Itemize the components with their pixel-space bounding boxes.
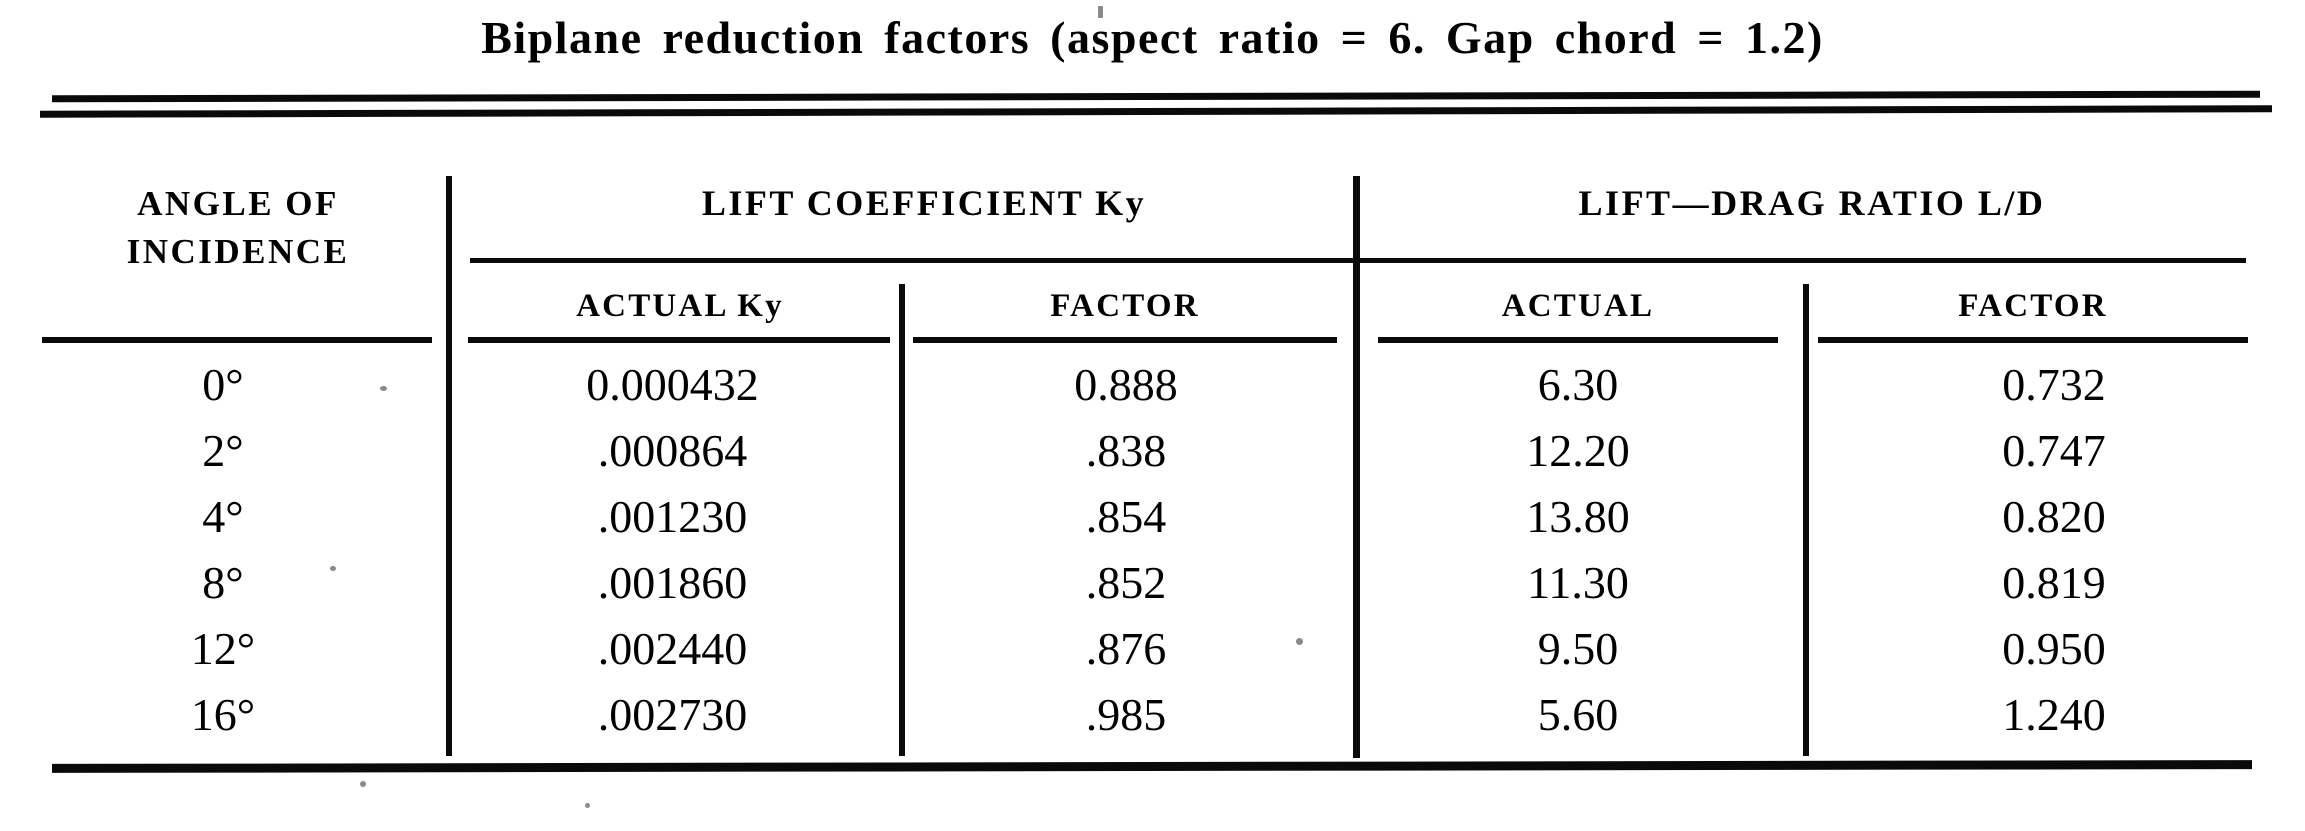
cell-actual-ky: .002440 (597, 623, 748, 674)
column-header-actual-ld: ACTUAL (1501, 288, 1655, 324)
cell-factor-ld: 0.819 (2002, 557, 2106, 608)
scan-speck (1098, 6, 1103, 18)
group-header-lift-coefficient: LIFT COEFFICIENT Ky (701, 183, 1147, 223)
top-rule-outer (51, 90, 2261, 103)
cell-angle: 8° (202, 557, 244, 608)
cell-actual-ky: 0.000432 (586, 359, 759, 410)
scan-speck (1296, 638, 1303, 645)
column-header-factor-ld: FACTOR (1958, 288, 2108, 324)
column-header-actual-ky: ACTUAL Ky (576, 288, 784, 324)
cell-actual-ld: 13.80 (1526, 491, 1630, 542)
cell-actual-ld: 5.60 (1537, 689, 1619, 740)
column-header-factor-ky: FACTOR (1050, 288, 1200, 324)
cell-angle: 2° (202, 425, 244, 476)
group-header-rule-ld (1378, 258, 2246, 263)
cell-angle: 12° (190, 623, 256, 674)
sub-header-rule-factor-ld (1818, 337, 2248, 343)
page-title: Biplane reduction factors (aspect ratio … (481, 12, 1824, 63)
cell-actual-ld: 6.30 (1537, 359, 1619, 410)
cell-actual-ky: .002730 (597, 689, 748, 740)
table-row: 4° .001230 .854 13.80 0.820 (0, 484, 2305, 550)
cell-factor-ld: 0.950 (2002, 623, 2106, 674)
scan-speck (360, 781, 366, 787)
table-row: 0° 0.000432 0.888 6.30 0.732 (0, 352, 2305, 418)
sub-header-rule-angle (42, 337, 432, 343)
table-row: 16° .002730 .985 5.60 1.240 (0, 682, 2305, 748)
cell-angle: 0° (202, 359, 244, 410)
cell-factor-ld: 0.747 (2002, 425, 2106, 476)
table-row: 8° .001860 .852 11.30 0.819 (0, 550, 2305, 616)
table-page: Biplane reduction factors (aspect ratio … (0, 0, 2305, 831)
cell-factor-ld: 0.820 (2002, 491, 2106, 542)
cell-factor-ld: 1.240 (2002, 689, 2106, 740)
cell-actual-ky: .000864 (597, 425, 748, 476)
cell-actual-ky: .001860 (597, 557, 748, 608)
scan-speck (380, 386, 387, 391)
group-header-lift-drag-ratio: LIFT—DRAG RATIO L/D (1578, 183, 2046, 223)
top-rule-inner (39, 105, 2273, 118)
cell-factor-ky: .852 (1085, 557, 1167, 608)
column-header-angle-line1: ANGLE OF (137, 184, 339, 223)
sub-header-rule-factor-ky (913, 337, 1337, 343)
cell-factor-ky: .985 (1085, 689, 1167, 740)
sub-header-rule-actual-ld (1378, 337, 1778, 343)
scan-speck (585, 803, 590, 808)
cell-angle: 16° (190, 689, 256, 740)
table-row: 2° .000864 .838 12.20 0.747 (0, 418, 2305, 484)
cell-factor-ky: 0.888 (1074, 359, 1178, 410)
bottom-rule (51, 760, 2253, 773)
column-header-angle-of-incidence: ANGLE OF INCIDENCE (42, 180, 434, 277)
cell-angle: 4° (202, 491, 244, 542)
cell-actual-ld: 9.50 (1537, 623, 1619, 674)
column-header-angle-line2: INCIDENCE (126, 232, 350, 272)
cell-factor-ky: .876 (1085, 623, 1167, 674)
group-header-rule-ky (470, 258, 1380, 263)
sub-header-rule-actual-ky (468, 337, 890, 343)
table-body: 0° 0.000432 0.888 6.30 0.732 2° .000864 .838 12.… (0, 352, 2305, 748)
scan-speck (330, 566, 336, 571)
cell-factor-ky: .838 (1085, 425, 1167, 476)
cell-factor-ld: 0.732 (2002, 359, 2106, 410)
cell-actual-ld: 12.20 (1526, 425, 1630, 476)
cell-actual-ld: 11.30 (1527, 557, 1629, 608)
cell-actual-ky: .001230 (597, 491, 748, 542)
table-row: 12° .002440 .876 9.50 0.950 (0, 616, 2305, 682)
cell-factor-ky: .854 (1085, 491, 1167, 542)
